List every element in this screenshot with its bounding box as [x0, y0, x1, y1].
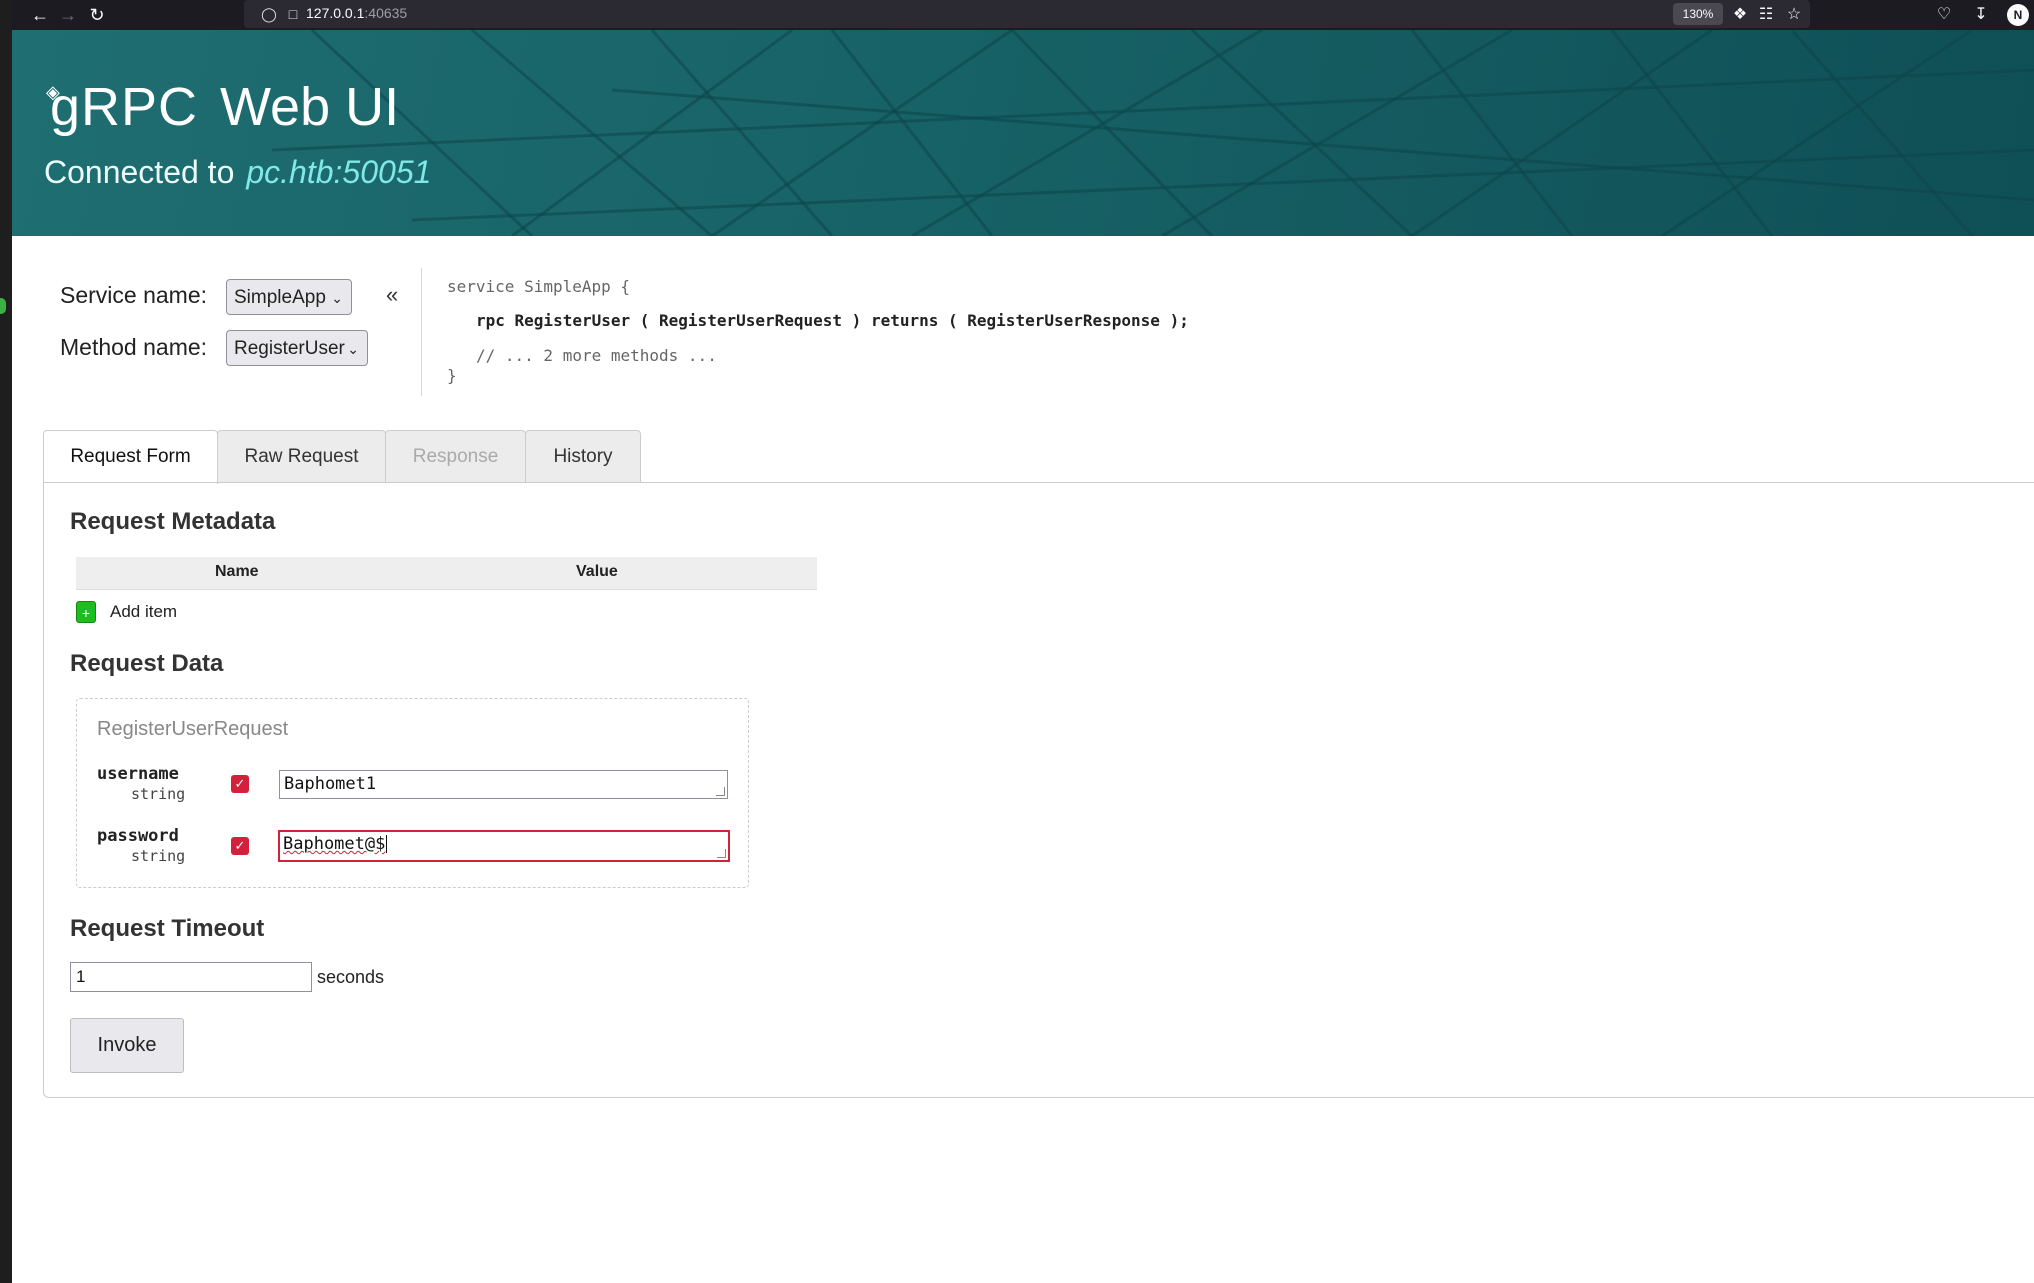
reload-icon[interactable]: ↻	[85, 3, 109, 27]
col-value: Value	[576, 563, 618, 580]
tab-raw-request[interactable]: Raw Request	[217, 430, 386, 482]
method-name-label: Method name:	[60, 334, 208, 360]
collapse-icon[interactable]: «	[386, 282, 398, 308]
add-item-label[interactable]: Add item	[110, 602, 177, 622]
profile-avatar[interactable]: N	[2007, 4, 2029, 26]
tab-request-form[interactable]: Request Form	[43, 430, 218, 484]
pocket-icon[interactable]: ♡	[1932, 3, 1956, 27]
method-select[interactable]: RegisterUser ⌄	[226, 330, 368, 366]
metadata-table-header: Name Value	[76, 557, 817, 590]
invoke-button[interactable]: Invoke	[70, 1018, 184, 1073]
field-type: string	[131, 847, 186, 865]
col-name: Name	[215, 563, 259, 580]
chevron-down-icon: ⌄	[331, 290, 343, 306]
page-icon[interactable]: □	[283, 4, 303, 24]
back-arrow-icon[interactable]: ←	[28, 3, 52, 27]
divider	[421, 268, 422, 396]
connection-info: Connected to pc.htb:50051	[44, 154, 432, 190]
message-type-label: RegisterUserRequest	[97, 718, 289, 740]
url-bar[interactable]	[244, 0, 1810, 28]
timeout-input[interactable]: 1	[70, 962, 312, 992]
service-def-line: service SimpleApp {	[447, 277, 631, 296]
page-title: gRPC Web UI	[50, 77, 400, 137]
tab-response[interactable]: Response	[385, 430, 526, 482]
download-icon[interactable]: ↧	[1969, 3, 1993, 27]
field-name: password	[97, 826, 179, 846]
text-caret	[386, 835, 388, 853]
translate-icon[interactable]: ☷	[1754, 3, 1778, 27]
metadata-heading: Request Metadata	[70, 508, 276, 535]
fingerprint-icon[interactable]: ❖	[1728, 3, 1752, 27]
username-input[interactable]: Baphomet1	[279, 770, 728, 799]
timeout-heading: Request Timeout	[70, 915, 265, 942]
header-banner: ◈ gRPC Web UI Connected to pc.htb:50051	[12, 30, 2034, 236]
password-input[interactable]: Baphomet@$	[278, 830, 730, 862]
forward-arrow-icon[interactable]: →	[56, 3, 80, 27]
url-text[interactable]: 127.0.0.1:40635	[306, 5, 407, 21]
zoom-level-badge[interactable]: 130%	[1673, 3, 1723, 25]
resize-handle[interactable]	[716, 787, 725, 796]
resize-handle[interactable]	[717, 849, 726, 858]
field-enabled-checkbox[interactable]: ✓	[231, 837, 249, 855]
method-signature: rpc RegisterUser ( RegisterUserRequest )…	[476, 311, 1189, 330]
service-def-close: }	[447, 366, 457, 385]
field-enabled-checkbox[interactable]: ✓	[231, 775, 249, 793]
server-address: pc.htb:50051	[246, 154, 432, 190]
tab-history[interactable]: History	[525, 430, 641, 482]
field-type: string	[131, 785, 186, 803]
bookmark-star-icon[interactable]: ☆	[1782, 3, 1806, 27]
service-name-label: Service name:	[60, 282, 208, 308]
field-name: username	[97, 764, 179, 784]
service-select[interactable]: SimpleApp ⌄	[226, 279, 352, 315]
desktop-indicator	[0, 298, 6, 314]
browser-toolbar: ← → ↻ ◯ □ 127.0.0.1:40635 130% ❖ ☷ ☆ ♡ ↧…	[12, 0, 2034, 30]
add-item-icon[interactable]: +	[76, 601, 96, 623]
more-methods-comment[interactable]: // ... 2 more methods ...	[476, 346, 717, 365]
chevron-down-icon: ⌄	[347, 341, 359, 357]
request-data-heading: Request Data	[70, 650, 224, 677]
desktop-edge	[0, 0, 12, 1283]
shield-icon[interactable]: ◯	[259, 4, 279, 24]
timeout-unit: seconds	[317, 967, 385, 987]
